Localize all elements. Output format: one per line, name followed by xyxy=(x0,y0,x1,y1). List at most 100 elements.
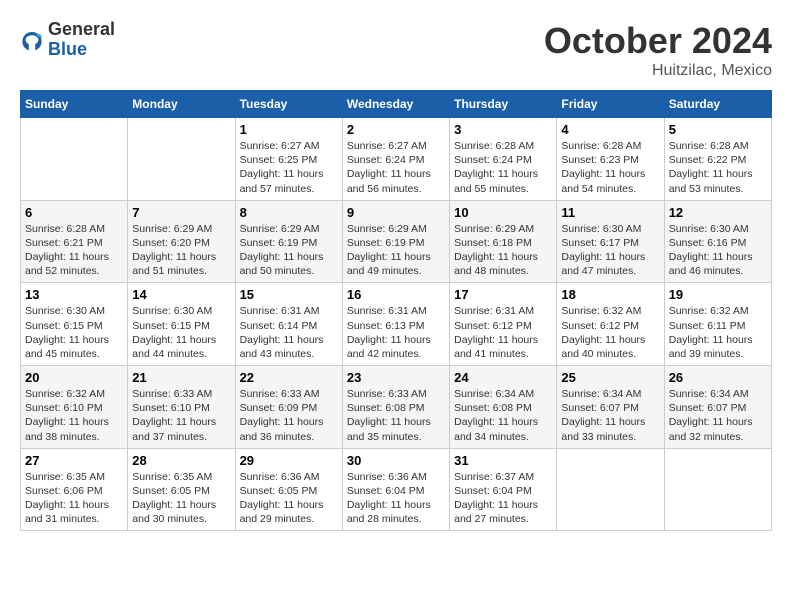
day-info: Sunrise: 6:33 AMSunset: 6:10 PMDaylight:… xyxy=(132,387,230,444)
day-number: 1 xyxy=(240,122,338,137)
calendar-cell: 22 Sunrise: 6:33 AMSunset: 6:09 PMDayligh… xyxy=(235,366,342,449)
day-number: 12 xyxy=(669,205,767,220)
day-info: Sunrise: 6:33 AMSunset: 6:09 PMDaylight:… xyxy=(240,387,338,444)
logo-blue-text: Blue xyxy=(48,39,87,59)
day-number: 11 xyxy=(561,205,659,220)
calendar-cell: 25 Sunrise: 6:34 AMSunset: 6:07 PMDayligh… xyxy=(557,366,664,449)
day-info: Sunrise: 6:34 AMSunset: 6:07 PMDaylight:… xyxy=(561,387,659,444)
calendar-cell: 9 Sunrise: 6:29 AMSunset: 6:19 PMDaylight… xyxy=(342,200,449,283)
day-number: 5 xyxy=(669,122,767,137)
day-info: Sunrise: 6:28 AMSunset: 6:22 PMDaylight:… xyxy=(669,139,767,196)
day-number: 7 xyxy=(132,205,230,220)
day-info: Sunrise: 6:32 AMSunset: 6:11 PMDaylight:… xyxy=(669,304,767,361)
day-info: Sunrise: 6:37 AMSunset: 6:04 PMDaylight:… xyxy=(454,470,552,527)
calendar-cell: 4Sunrise: 6:28 AMSunset: 6:23 PMDaylight… xyxy=(557,118,664,201)
logo-general: General xyxy=(48,19,115,39)
day-number: 17 xyxy=(454,287,552,302)
day-info: Sunrise: 6:29 AMSunset: 6:18 PMDaylight:… xyxy=(454,222,552,279)
day-number: 22 xyxy=(240,370,338,385)
calendar-cell xyxy=(21,118,128,201)
day-info: Sunrise: 6:31 AMSunset: 6:12 PMDaylight:… xyxy=(454,304,552,361)
weekday-header-monday: Monday xyxy=(128,91,235,118)
weekday-header-row: SundayMondayTuesdayWednesdayThursdayFrid… xyxy=(21,91,772,118)
day-number: 4 xyxy=(561,122,659,137)
page-header: General Blue October 2024 Huitzilac, Mex… xyxy=(20,20,772,80)
day-info: Sunrise: 6:28 AMSunset: 6:21 PMDaylight:… xyxy=(25,222,123,279)
day-number: 23 xyxy=(347,370,445,385)
calendar-table: SundayMondayTuesdayWednesdayThursdayFrid… xyxy=(20,90,772,531)
day-number: 15 xyxy=(240,287,338,302)
weekday-header-saturday: Saturday xyxy=(664,91,771,118)
day-info: Sunrise: 6:29 AMSunset: 6:19 PMDaylight:… xyxy=(347,222,445,279)
day-number: 24 xyxy=(454,370,552,385)
day-info: Sunrise: 6:32 AMSunset: 6:10 PMDaylight:… xyxy=(25,387,123,444)
day-info: Sunrise: 6:34 AMSunset: 6:07 PMDaylight:… xyxy=(669,387,767,444)
month-year: October 2024 xyxy=(544,20,772,62)
day-number: 18 xyxy=(561,287,659,302)
day-info: Sunrise: 6:28 AMSunset: 6:24 PMDaylight:… xyxy=(454,139,552,196)
day-number: 28 xyxy=(132,453,230,468)
day-info: Sunrise: 6:31 AMSunset: 6:13 PMDaylight:… xyxy=(347,304,445,361)
day-number: 8 xyxy=(240,205,338,220)
weekday-header-thursday: Thursday xyxy=(450,91,557,118)
calendar-cell: 13Sunrise: 6:30 AMSunset: 6:15 PMDayligh… xyxy=(21,283,128,366)
calendar-cell: 20Sunrise: 6:32 AMSunset: 6:10 PMDayligh… xyxy=(21,366,128,449)
calendar-cell: 8 Sunrise: 6:29 AMSunset: 6:19 PMDaylight… xyxy=(235,200,342,283)
day-info: Sunrise: 6:33 AMSunset: 6:08 PMDaylight:… xyxy=(347,387,445,444)
day-number: 27 xyxy=(25,453,123,468)
day-info: Sunrise: 6:30 AMSunset: 6:17 PMDaylight:… xyxy=(561,222,659,279)
day-number: 2 xyxy=(347,122,445,137)
day-number: 3 xyxy=(454,122,552,137)
calendar-cell: 2Sunrise: 6:27 AMSunset: 6:24 PMDaylight… xyxy=(342,118,449,201)
day-number: 25 xyxy=(561,370,659,385)
weekday-header-friday: Friday xyxy=(557,91,664,118)
day-number: 6 xyxy=(25,205,123,220)
day-info: Sunrise: 6:32 AMSunset: 6:12 PMDaylight:… xyxy=(561,304,659,361)
calendar-cell: 16 Sunrise: 6:31 AMSunset: 6:13 PMDayligh… xyxy=(342,283,449,366)
day-number: 19 xyxy=(669,287,767,302)
day-number: 13 xyxy=(25,287,123,302)
weekday-header-wednesday: Wednesday xyxy=(342,91,449,118)
calendar-cell: 7 Sunrise: 6:29 AMSunset: 6:20 PMDaylight… xyxy=(128,200,235,283)
day-info: Sunrise: 6:36 AMSunset: 6:05 PMDaylight:… xyxy=(240,470,338,527)
calendar-cell: 24Sunrise: 6:34 AMSunset: 6:08 PMDayligh… xyxy=(450,366,557,449)
day-number: 30 xyxy=(347,453,445,468)
month-title: October 2024 Huitzilac, Mexico xyxy=(544,20,772,80)
day-info: Sunrise: 6:27 AMSunset: 6:25 PMDaylight:… xyxy=(240,139,338,196)
day-info: Sunrise: 6:30 AMSunset: 6:15 PMDaylight:… xyxy=(132,304,230,361)
calendar-cell: 1 Sunrise: 6:27 AMSunset: 6:25 PMDaylight… xyxy=(235,118,342,201)
day-info: Sunrise: 6:30 AMSunset: 6:16 PMDaylight:… xyxy=(669,222,767,279)
day-number: 16 xyxy=(347,287,445,302)
calendar-cell: 15 Sunrise: 6:31 AMSunset: 6:14 PMDayligh… xyxy=(235,283,342,366)
calendar-week-3: 13 Sunrise: 6:30 AMSunset: 6:15 PMDayligh… xyxy=(21,283,772,366)
calendar-cell: 12 Sunrise: 6:30 AMSunset: 6:16 PMDayligh… xyxy=(664,200,771,283)
calendar-cell: 17 Sunrise: 6:31 AMSunset: 6:12 PMDayligh… xyxy=(450,283,557,366)
calendar-week-5: 27Sunrise: 6:35 AMSunset: 6:06 PMDayligh… xyxy=(21,448,772,531)
day-info: Sunrise: 6:29 AMSunset: 6:20 PMDaylight:… xyxy=(132,222,230,279)
logo-icon xyxy=(20,28,44,52)
weekday-header-sunday: Sunday xyxy=(21,91,128,118)
day-number: 26 xyxy=(669,370,767,385)
day-info: Sunrise: 6:36 AMSunset: 6:04 PMDaylight:… xyxy=(347,470,445,527)
weekday-header-tuesday: Tuesday xyxy=(235,91,342,118)
day-info: Sunrise: 6:35 AMSunset: 6:05 PMDaylight:… xyxy=(132,470,230,527)
calendar-cell: 27Sunrise: 6:35 AMSunset: 6:06 PMDayligh… xyxy=(21,448,128,531)
calendar-cell: 28 Sunrise: 6:35 AMSunset: 6:05 PMDayligh… xyxy=(128,448,235,531)
day-info: Sunrise: 6:31 AMSunset: 6:14 PMDaylight:… xyxy=(240,304,338,361)
logo-text: General Blue xyxy=(48,20,115,60)
calendar-cell: 18 Sunrise: 6:32 AMSunset: 6:12 PMDayligh… xyxy=(557,283,664,366)
day-info: Sunrise: 6:29 AMSunset: 6:19 PMDaylight:… xyxy=(240,222,338,279)
calendar-cell: 11 Sunrise: 6:30 AMSunset: 6:17 PMDayligh… xyxy=(557,200,664,283)
calendar-cell: 21Sunrise: 6:33 AMSunset: 6:10 PMDayligh… xyxy=(128,366,235,449)
calendar-cell: 10Sunrise: 6:29 AMSunset: 6:18 PMDayligh… xyxy=(450,200,557,283)
calendar-cell xyxy=(128,118,235,201)
calendar-cell xyxy=(664,448,771,531)
location: Huitzilac, Mexico xyxy=(544,62,772,80)
calendar-week-4: 20Sunrise: 6:32 AMSunset: 6:10 PMDayligh… xyxy=(21,366,772,449)
calendar-week-1: 1 Sunrise: 6:27 AMSunset: 6:25 PMDaylight… xyxy=(21,118,772,201)
calendar-cell: 29Sunrise: 6:36 AMSunset: 6:05 PMDayligh… xyxy=(235,448,342,531)
day-number: 14 xyxy=(132,287,230,302)
calendar-cell: 26 Sunrise: 6:34 AMSunset: 6:07 PMDayligh… xyxy=(664,366,771,449)
day-number: 9 xyxy=(347,205,445,220)
calendar-cell: 30 Sunrise: 6:36 AMSunset: 6:04 PMDayligh… xyxy=(342,448,449,531)
